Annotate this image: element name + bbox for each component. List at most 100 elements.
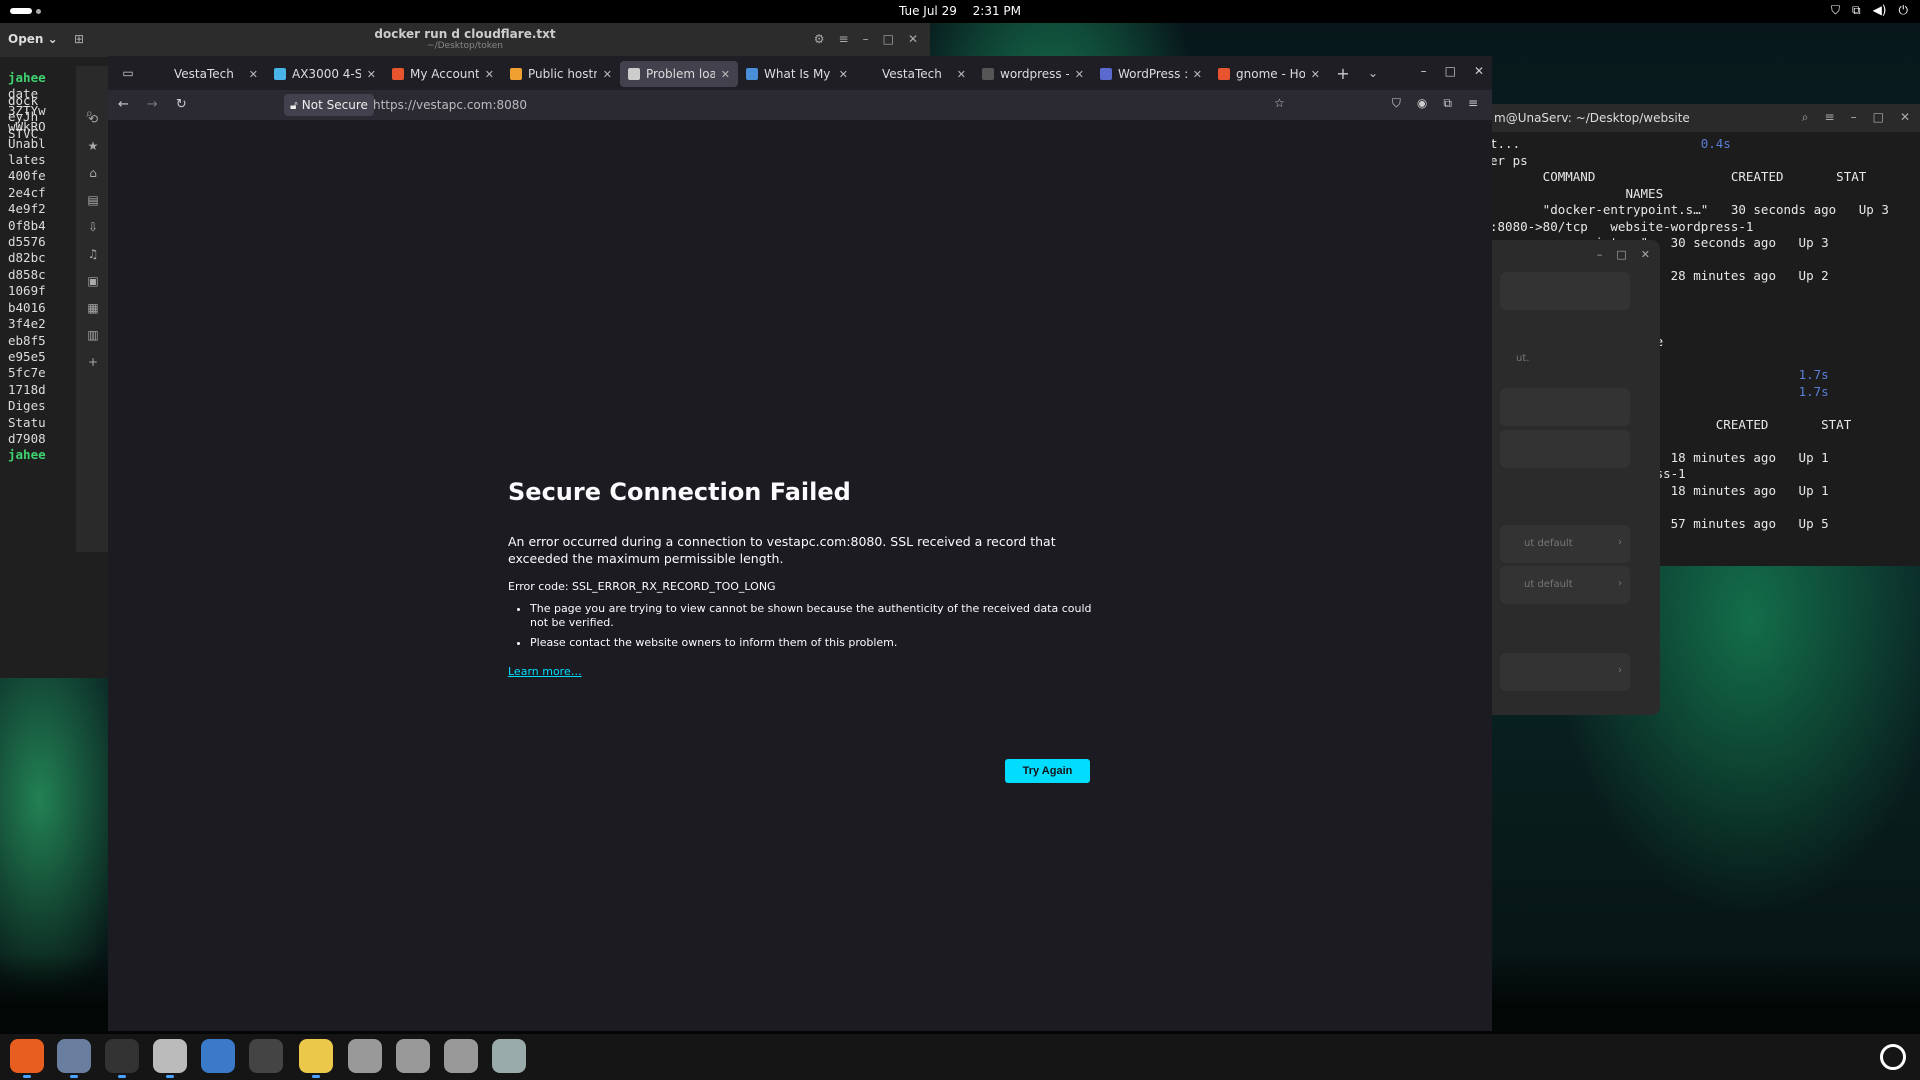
add-location-icon[interactable]: + (88, 355, 98, 369)
system-monitor-icon[interactable] (201, 1039, 235, 1073)
tab-close-icon[interactable]: ✕ (839, 68, 848, 81)
page-content: Secure Connection Failed An error occurr… (108, 120, 1492, 1031)
settings-row[interactable]: › (1500, 653, 1630, 691)
app-menu-icon[interactable]: ≡ (1468, 96, 1478, 111)
tab-label: wordpress - Of (1000, 67, 1069, 81)
browser-tab[interactable]: VestaTech ✕ (148, 61, 266, 87)
settings-row[interactable]: ut default › (1500, 566, 1630, 604)
browser-tab[interactable]: AX3000 4-Stre ✕ (266, 61, 384, 87)
list-tabs-icon[interactable]: ⌄ (1358, 66, 1388, 80)
browser-maximize-icon[interactable]: □ (1445, 64, 1456, 78)
tab-close-icon[interactable]: ✕ (603, 68, 612, 81)
trash-icon[interactable] (492, 1039, 526, 1073)
back-icon[interactable]: ← (118, 97, 129, 112)
browser-tab[interactable]: gnome - How c ✕ (1210, 61, 1328, 87)
settings-row[interactable] (1500, 388, 1630, 426)
clock[interactable]: Tue Jul 29 2:31 PM (0, 4, 1920, 18)
browser-tab[interactable]: wordpress - Of ✕ (974, 61, 1092, 87)
settings-icon[interactable] (153, 1039, 187, 1078)
settings-close-icon[interactable]: ✕ (1641, 248, 1650, 261)
network-icon[interactable]: ⧉ (1852, 3, 1861, 18)
reload-icon[interactable]: ↻ (176, 97, 187, 112)
tab-close-icon[interactable]: ✕ (957, 68, 966, 81)
gear-icon[interactable]: ⚙ (814, 32, 825, 46)
tab-favicon-icon (274, 68, 286, 80)
file-chooser-sidebar: ⟲ ★ ⌂ ▤ ⇩ ♫ ▣ ▦ ▥ + (76, 66, 110, 552)
files-icon[interactable] (57, 1039, 91, 1078)
learn-more-link[interactable]: Learn more… (508, 665, 582, 678)
terminal-line: 3f4e2 (8, 316, 46, 332)
pocket-icon[interactable]: ⛉ (1392, 96, 1401, 111)
terminal-output-line: COMMAND CREATED STAT (1490, 169, 1867, 184)
minimize-icon[interactable]: – (863, 32, 869, 46)
terminal-output-line: er ps (1490, 152, 1528, 168)
terminal-line: jahee (8, 70, 46, 85)
browser-tab[interactable]: What Is My IP A ✕ (738, 61, 856, 87)
tab-close-icon[interactable]: ✕ (721, 68, 730, 81)
try-again-button[interactable]: Try Again (1005, 759, 1090, 783)
tab-close-icon[interactable]: ✕ (367, 68, 376, 81)
terminal-menu-icon[interactable]: ≡ (1825, 110, 1835, 125)
settings-minimize-icon[interactable]: – (1597, 248, 1603, 261)
tab-favicon-icon (982, 68, 994, 80)
browser-tab[interactable]: Problem loadi ✕ (620, 61, 738, 87)
bookmark-star-icon[interactable]: ☆ (1274, 96, 1285, 110)
volume-icon[interactable]: ◀) (1873, 3, 1887, 18)
tab-close-icon[interactable]: ✕ (1193, 68, 1202, 81)
settings-row[interactable] (1500, 272, 1630, 310)
disk-icon-1[interactable] (348, 1039, 382, 1073)
account-icon[interactable]: ◉ (1417, 96, 1427, 111)
text-editor-icon[interactable] (299, 1039, 333, 1078)
firefox-window: ▭ VestaTech ✕ AX3000 4-Stre ✕ My Account Pa ✕… (108, 56, 1492, 1031)
extensions-icon[interactable]: ⧉ (1443, 96, 1452, 111)
terminal-close-icon[interactable]: ✕ (1900, 110, 1910, 125)
download-icon[interactable]: ⇩ (88, 220, 98, 234)
terminal-search-icon[interactable]: ⌕ (1802, 110, 1809, 125)
tab-label: AX3000 4-Stre (292, 67, 361, 81)
terminal-line: e95e5 (8, 348, 46, 364)
shield-icon[interactable]: ⛉ (1831, 3, 1840, 18)
trash-small-icon[interactable]: ▥ (87, 328, 98, 342)
home-icon[interactable]: ⌂ (89, 166, 97, 180)
browser-close-icon[interactable]: ✕ (1474, 64, 1484, 78)
tab-close-icon[interactable]: ✕ (249, 68, 258, 81)
new-tab-icon[interactable]: + (1328, 64, 1358, 83)
power-icon[interactable]: ⏻ (1899, 3, 1909, 18)
music-icon[interactable]: ♫ (88, 247, 99, 261)
not-secure-badge[interactable]: 🔓︎ Not Secure (284, 94, 374, 116)
terminal-minimize-icon[interactable]: – (1851, 110, 1857, 125)
firefox-icon[interactable] (10, 1039, 44, 1078)
show-apps-icon[interactable] (1880, 1044, 1906, 1070)
settings-row[interactable]: ut default › (1500, 525, 1630, 563)
video-icon[interactable]: ▦ (87, 301, 98, 315)
browser-tab[interactable]: Public hostnam ✕ (502, 61, 620, 87)
tab-favicon-icon (628, 68, 640, 80)
terminal-maximize-icon[interactable]: □ (1873, 110, 1884, 125)
document-icon[interactable]: ▤ (87, 193, 98, 207)
browser-tab[interactable]: VestaTech ✕ (856, 61, 974, 87)
tab-close-icon[interactable]: ✕ (1075, 68, 1084, 81)
tab-close-icon[interactable]: ✕ (1311, 68, 1320, 81)
maximize-icon[interactable]: □ (883, 32, 894, 46)
browser-tab[interactable]: WordPress : Er ✕ (1092, 61, 1210, 87)
terminal-icon[interactable] (105, 1039, 139, 1078)
search-icon[interactable]: ⌕ (86, 106, 93, 121)
browser-minimize-icon[interactable]: – (1421, 64, 1427, 78)
settings-maximize-icon[interactable]: □ (1616, 248, 1626, 261)
tab-close-icon[interactable]: ✕ (485, 68, 494, 81)
star-icon[interactable]: ★ (88, 139, 99, 153)
menu-icon[interactable]: ≡ (839, 32, 849, 46)
tab-favicon-icon (1100, 68, 1112, 80)
settings-row[interactable] (1500, 430, 1630, 468)
tab-overview-icon[interactable]: ▭ (108, 66, 148, 80)
picture-icon[interactable]: ▣ (87, 274, 98, 288)
close-icon[interactable]: ✕ (908, 32, 918, 46)
terminal-title: m@UnaServ: ~/Desktop/website (1494, 111, 1690, 125)
system-tray[interactable]: ⛉ ⧉ ◀) ⏻ (1831, 3, 1908, 18)
activity-icon[interactable] (249, 1039, 283, 1073)
forward-icon[interactable]: → (147, 97, 158, 112)
disk-icon-3[interactable] (444, 1039, 478, 1073)
url-field[interactable]: https://vestapc.com:8080 (373, 98, 527, 112)
disk-icon-2[interactable] (396, 1039, 430, 1073)
browser-tab[interactable]: My Account Pa ✕ (384, 61, 502, 87)
